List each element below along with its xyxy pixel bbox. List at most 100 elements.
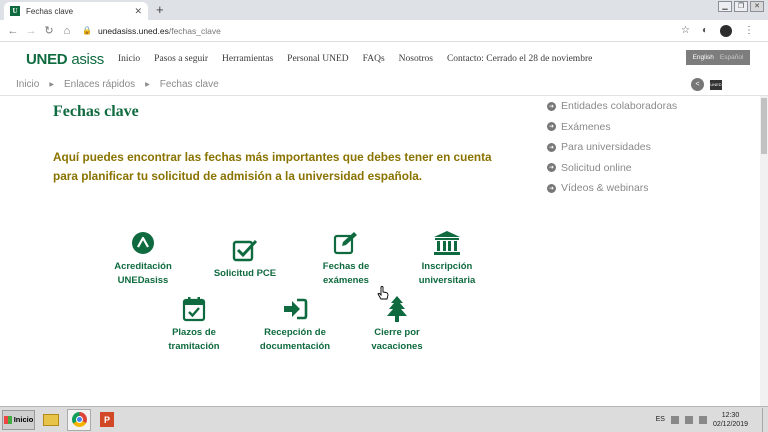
breadcrumb-inicio[interactable]: Inicio (16, 79, 39, 90)
quick-link[interactable]: ➜ Para universidades (547, 137, 677, 158)
site-header: UNED asiss Inicio Pasos a seguir Herramie… (0, 44, 768, 74)
clock-time: 12:30 (721, 411, 740, 419)
back-icon[interactable]: ← (4, 25, 22, 37)
breadcrumb-current: Fechas clave (159, 79, 219, 90)
start-button[interactable]: Inicio (2, 409, 35, 430)
lang-english[interactable]: English (693, 54, 714, 61)
forward-icon[interactable]: → (22, 25, 40, 37)
quick-link[interactable]: ➜ Solicitud online (547, 158, 677, 179)
language-switch: English Español (686, 50, 750, 65)
feature-label-line2: exámenes (323, 275, 369, 286)
feature-label-line2: documentación (259, 341, 331, 352)
menu-item-herramientas[interactable]: Herramientas (222, 54, 273, 64)
menu-item-inicio[interactable]: Inicio (118, 54, 140, 64)
show-desktop-button[interactable] (762, 407, 768, 432)
clock-date: 02/12/2019 (712, 420, 748, 428)
menu-item-contacto[interactable]: Contacto: Cerrado el 28 de noviembre (447, 54, 592, 64)
taskbar-powerpoint[interactable]: P (95, 409, 119, 431)
tab-title: Fechas clave (26, 6, 74, 16)
share-icon[interactable]: < (691, 78, 704, 91)
main-menu: Inicio Pasos a seguir Herramientas Perso… (118, 54, 592, 64)
home-icon[interactable]: ⌂ (58, 25, 76, 37)
logo-part2: asiss (71, 50, 104, 68)
browser-tabstrip: U Fechas clave ✕ + ▁ ❐ ✕ (0, 0, 768, 20)
feature-label-line2: tramitación (168, 341, 220, 352)
menu-item-nosotros[interactable]: Nosotros (399, 54, 433, 64)
menu-item-pasos[interactable]: Pasos a seguir (154, 54, 208, 64)
quick-link-label: Entidades colaboradoras (561, 100, 678, 113)
feature-label-line2: vacaciones (371, 341, 423, 352)
reload-icon[interactable]: ↻ (40, 24, 58, 37)
extension-icon[interactable]: ◐ (702, 25, 708, 36)
feature-label-line1: Inscripción (421, 261, 473, 272)
menu-item-personal[interactable]: Personal UNED (287, 54, 348, 64)
scrollbar[interactable] (760, 96, 768, 406)
network-icon[interactable] (670, 415, 679, 424)
scrollbar-thumb[interactable] (761, 98, 767, 154)
feature-cierre[interactable]: Cierre por vacaciones (342, 294, 452, 354)
arrow-circle-icon: ➜ (547, 101, 556, 111)
powerpoint-icon: P (100, 412, 114, 427)
clock[interactable]: 12:30 02/12/2019 (713, 411, 748, 429)
logo-part1: UNED (26, 50, 68, 68)
minimize-icon[interactable]: ▁ (718, 1, 732, 12)
feature-label-line1: Solicitud PCE (213, 268, 277, 279)
menu-dots-icon[interactable]: ⋮ (744, 25, 754, 36)
quick-link[interactable]: ➜ Vídeos & webinars (547, 178, 677, 199)
close-window-icon[interactable]: ✕ (750, 1, 764, 12)
quick-link-label: Vídeos & webinars (561, 182, 649, 195)
breadcrumb-enlaces[interactable]: Enlaces rápidos (64, 79, 135, 90)
feature-plazos[interactable]: Plazos de tramitación (139, 294, 249, 354)
print-icon[interactable]: UNED (710, 79, 722, 90)
bookmark-star-icon[interactable]: ☆ (681, 25, 690, 36)
feature-label-line1: Recepción de (264, 327, 326, 338)
feature-fechas-examenes[interactable]: Fechas de exámenes (291, 228, 401, 288)
url-host: unedasiss.uned.es (97, 25, 169, 36)
feature-label-line2: UNEDasiss (117, 275, 169, 286)
quick-link-label: Solicitud online (561, 161, 632, 174)
arrow-circle-icon: ➜ (547, 122, 556, 132)
system-tray: ES 12:30 02/12/2019 (656, 407, 768, 432)
profile-avatar[interactable] (720, 24, 732, 37)
security-icon[interactable] (684, 415, 693, 424)
feature-label-line1: Acreditación (114, 261, 172, 272)
new-tab-button[interactable]: + (156, 2, 164, 18)
page-title: Fechas clave (53, 103, 139, 120)
unedasiss-logo[interactable]: UNED asiss (26, 51, 104, 68)
feature-recepcion[interactable]: Recepción de documentación (240, 294, 350, 354)
quick-link-label: Para universidades (561, 141, 651, 154)
url-field[interactable]: 🔒 unedasiss.uned.es/fechas_clave (82, 26, 221, 36)
quick-links: ➜ Entidades colaboradoras ➜ Exámenes ➜ Para… (547, 96, 677, 199)
address-bar: ← → ↻ ⌂ 🔒 unedasiss.uned.es/fechas_clave… (0, 20, 768, 42)
quick-link-label: Exámenes (561, 120, 611, 133)
edit-icon (333, 232, 357, 255)
lock-icon: 🔒 (82, 26, 92, 35)
arrow-circle-icon: ➜ (547, 163, 556, 173)
breadcrumb: Inicio ▶ Enlaces rápidos ▶ Fechas clave … (0, 74, 768, 96)
intro-text: Aquí puedes encontrar las fechas más imp… (53, 150, 492, 183)
feature-inscripcion[interactable]: Inscripción universitaria (392, 228, 502, 288)
taskbar-chrome[interactable] (67, 408, 91, 431)
acreditacion-icon (132, 232, 154, 254)
restore-icon[interactable]: ❐ (734, 1, 748, 12)
input-language[interactable]: ES (656, 416, 665, 423)
quick-link[interactable]: ➜ Exámenes (547, 117, 677, 138)
folder-icon (43, 413, 59, 426)
quick-link[interactable]: ➜ Entidades colaboradoras (547, 96, 677, 117)
lang-espanol[interactable]: Español (720, 54, 744, 61)
window-controls: ▁ ❐ ✕ (718, 1, 764, 12)
volume-icon[interactable] (698, 415, 707, 424)
menu-item-faqs[interactable]: FAQs (363, 54, 385, 64)
arrow-circle-icon: ➜ (547, 183, 556, 193)
arrow-circle-icon: ➜ (547, 142, 556, 152)
taskbar-explorer[interactable] (39, 409, 63, 431)
feature-acreditacion[interactable]: Acreditación UNEDasiss (88, 228, 198, 288)
calendar-check-icon (182, 297, 206, 322)
url-path: /fechas_clave (168, 25, 221, 36)
browser-tab[interactable]: U Fechas clave ✕ (4, 2, 148, 20)
chevron-right-icon: ▶ (49, 82, 54, 88)
chevron-right-icon: ▶ (145, 82, 150, 88)
close-tab-icon[interactable]: ✕ (134, 6, 142, 17)
feature-solicitud-pce[interactable]: Solicitud PCE (190, 235, 300, 281)
site-favicon: U (10, 6, 20, 16)
